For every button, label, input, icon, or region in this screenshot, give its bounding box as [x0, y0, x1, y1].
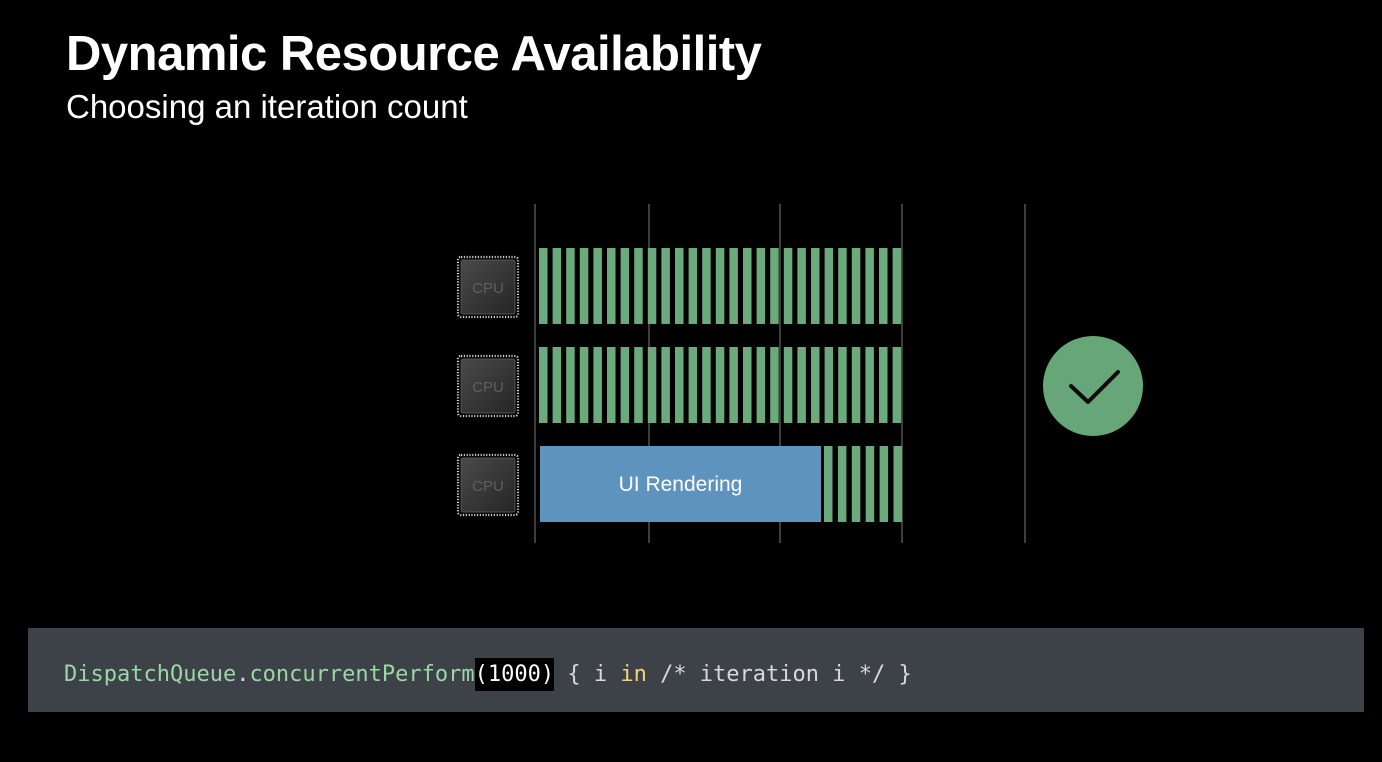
ui-rendering-block: UI Rendering — [540, 446, 821, 522]
work-iteration-stripe — [647, 347, 657, 423]
work-iteration-stripe — [675, 248, 684, 324]
cpu-row: CPU UI Rendering — [456, 446, 902, 522]
work-iteration-stripe — [783, 347, 793, 423]
work-iteration-stripe — [837, 446, 847, 522]
code-snippet-bar: DispatchQueue.concurrentPerform(1000) { … — [28, 628, 1364, 712]
code-method: concurrentPerform — [249, 662, 475, 687]
work-iteration-stripe — [811, 248, 820, 324]
code-dot: . — [236, 662, 250, 687]
work-iteration-stripe — [634, 347, 643, 423]
work-iteration-stripe — [675, 347, 684, 423]
work-iteration-stripe — [729, 347, 738, 423]
work-iteration-stripe — [607, 248, 616, 324]
code-closure-open: { i — [554, 662, 621, 687]
work-iteration-stripe — [770, 248, 779, 324]
work-iteration-stripe — [715, 248, 725, 324]
work-iteration-stripe — [797, 248, 806, 324]
work-iteration-stripe — [620, 347, 630, 423]
work-iteration-stripe — [879, 347, 888, 423]
cpu-chip-icon: CPU — [456, 453, 520, 517]
work-iteration-stripe — [539, 347, 548, 423]
work-iteration-stripe — [851, 248, 861, 324]
work-iteration-stripe — [770, 347, 779, 423]
work-iteration-stripe — [865, 248, 874, 324]
work-iteration-stripe — [824, 446, 833, 522]
work-iteration-stripe — [892, 248, 902, 324]
work-iteration-stripe — [593, 347, 602, 423]
work-iteration-stripe — [783, 248, 793, 324]
work-iteration-stripe — [892, 347, 902, 423]
cpu-chip-icon: CPU — [456, 354, 520, 418]
work-iteration-stripe — [743, 248, 752, 324]
work-iteration-stripe — [661, 248, 670, 324]
cpu-label: CPU — [472, 379, 504, 396]
work-iteration-stripe — [851, 347, 861, 423]
code-closure-body: /* iteration i */ } — [646, 662, 912, 687]
work-iteration-stripe — [593, 248, 602, 324]
work-iteration-stripe — [865, 347, 874, 423]
work-iteration-stripe — [729, 248, 738, 324]
cpu-label: CPU — [472, 478, 504, 495]
work-iteration-stripe — [688, 248, 698, 324]
code-type-name: DispatchQueue — [64, 662, 237, 687]
work-iteration-stripe — [552, 347, 562, 423]
ui-rendering-label: UI Rendering — [619, 473, 743, 496]
work-iteration-stripe — [879, 248, 888, 324]
work-iteration-stripe — [797, 347, 806, 423]
checkmark-icon — [1043, 336, 1143, 436]
work-iteration-stripe — [579, 347, 589, 423]
work-iteration-stripe — [715, 347, 725, 423]
work-iteration-stripe — [634, 248, 643, 324]
work-iteration-stripe — [702, 248, 711, 324]
work-iteration-stripe — [743, 347, 752, 423]
cpu-availability-diagram: CPU CPU CPU UI Rendering — [456, 204, 1143, 543]
work-iteration-stripe — [607, 347, 616, 423]
work-iteration-stripe — [756, 248, 766, 324]
work-iteration-stripe — [566, 347, 575, 423]
code-line: DispatchQueue.concurrentPerform(1000) { … — [64, 658, 912, 692]
code-argument-highlight: (1000) — [474, 658, 555, 691]
work-iteration-stripe — [688, 347, 698, 423]
work-iteration-stripe — [539, 248, 548, 324]
work-iteration-stripe — [893, 446, 902, 522]
work-iteration-stripe — [851, 446, 861, 522]
work-iteration-stripe — [811, 347, 820, 423]
work-iteration-stripe — [824, 248, 834, 324]
work-iteration-stripe — [756, 347, 766, 423]
work-iteration-stripe — [566, 248, 575, 324]
work-iteration-stripe — [824, 347, 834, 423]
work-iteration-stripe — [647, 248, 657, 324]
work-iteration-stripe — [661, 347, 670, 423]
work-iteration-stripe — [552, 248, 562, 324]
work-iteration-stripe — [865, 446, 875, 522]
cpu-row: CPU — [456, 248, 902, 324]
work-iteration-stripe — [620, 248, 630, 324]
code-keyword-in: in — [620, 662, 647, 687]
cpu-label: CPU — [472, 280, 504, 297]
work-iteration-stripe — [702, 347, 711, 423]
cpu-chip-icon: CPU — [456, 255, 520, 319]
cpu-row: CPU — [456, 347, 902, 423]
work-iteration-stripe — [838, 347, 847, 423]
work-iteration-stripe — [579, 248, 589, 324]
work-iteration-stripe — [879, 446, 889, 522]
work-iteration-stripe — [838, 248, 847, 324]
